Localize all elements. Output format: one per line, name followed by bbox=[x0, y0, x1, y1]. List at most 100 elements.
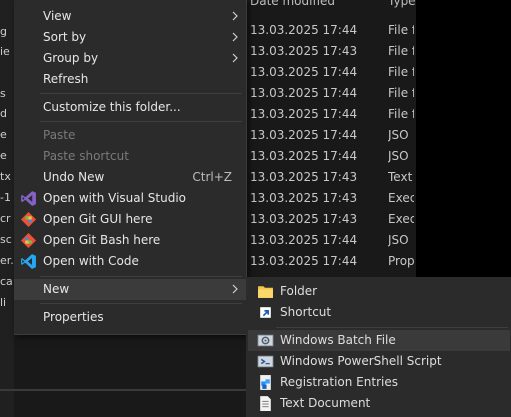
menu-item-label: Open with Code bbox=[43, 254, 139, 268]
menu-separator bbox=[276, 327, 508, 328]
folder-icon bbox=[258, 286, 273, 298]
list-item[interactable]: 13.03.2025 17:43 Exec bbox=[246, 188, 416, 209]
shortcut-arrow-icon bbox=[260, 307, 271, 318]
column-header-date-modified[interactable]: Date modified bbox=[250, 0, 335, 8]
file-name-fragment[interactable]: e bbox=[0, 149, 7, 163]
submenu-item-registration-entries[interactable]: Registration Entries bbox=[248, 372, 510, 393]
date-cell: 13.03.2025 17:44 bbox=[250, 233, 358, 247]
file-name-fragment[interactable]: tx bbox=[0, 170, 11, 184]
list-item[interactable]: 13.03.2025 17:44 JSO bbox=[246, 230, 416, 251]
file-name-fragment[interactable]: e bbox=[0, 128, 7, 142]
submenu-item-label: Text Document bbox=[280, 396, 371, 410]
type-cell: File f bbox=[388, 65, 414, 79]
powershell-script-icon bbox=[257, 355, 274, 368]
list-header: Date modified Type bbox=[246, 0, 416, 12]
date-cell: 13.03.2025 17:43 bbox=[250, 191, 358, 205]
type-cell: File f bbox=[388, 23, 414, 37]
menu-item-group-by[interactable]: Group by bbox=[14, 48, 246, 69]
menu-item-paste: Paste bbox=[14, 125, 246, 146]
file-name-fragment[interactable]: s bbox=[0, 87, 6, 101]
menu-separator bbox=[40, 276, 242, 277]
submenu-item-shortcut[interactable]: Shortcut bbox=[248, 302, 510, 323]
type-cell: File f bbox=[388, 86, 414, 100]
type-cell: Prop bbox=[388, 254, 414, 268]
file-name-fragment[interactable]: d bbox=[0, 107, 7, 121]
file-name-fragment[interactable]: er. bbox=[0, 254, 14, 268]
file-name-fragment[interactable]: ca bbox=[0, 275, 13, 289]
submenu-item-label: Registration Entries bbox=[280, 375, 398, 389]
list-item[interactable]: 13.03.2025 17:44 File f bbox=[246, 104, 416, 125]
submenu-item-text-document[interactable]: Text Document bbox=[248, 393, 510, 414]
list-item[interactable]: 13.03.2025 17:44 File f bbox=[246, 83, 416, 104]
submenu-item-folder[interactable]: Folder bbox=[248, 281, 510, 302]
list-item[interactable]: 13.03.2025 17:44 JSO bbox=[246, 125, 416, 146]
menu-item-refresh[interactable]: Refresh bbox=[14, 69, 246, 90]
chevron-right-icon bbox=[232, 11, 238, 21]
menu-item-label: Open Git GUI here bbox=[43, 212, 153, 226]
menu-item-open-git-gui[interactable]: Open Git GUI here bbox=[14, 209, 246, 230]
menu-item-customize-folder[interactable]: Customize this folder... bbox=[14, 97, 246, 118]
visual-studio-icon bbox=[21, 191, 36, 206]
file-name-fragment[interactable]: cr bbox=[0, 212, 11, 226]
file-name-fragment[interactable]: sc bbox=[0, 233, 12, 247]
menu-item-label: New bbox=[43, 282, 70, 296]
new-submenu: Folder Shortcut Windows Batch File Windo… bbox=[246, 277, 511, 417]
git-bash-icon bbox=[20, 232, 37, 249]
menu-item-label: Customize this folder... bbox=[43, 100, 181, 114]
menu-item-properties[interactable]: Properties bbox=[14, 307, 246, 328]
menu-item-undo-new[interactable]: Undo New Ctrl+Z bbox=[14, 167, 246, 188]
date-cell: 13.03.2025 17:44 bbox=[250, 128, 358, 142]
type-cell: JSO bbox=[388, 128, 409, 142]
date-cell: 13.03.2025 17:44 bbox=[250, 65, 358, 79]
date-cell: 13.03.2025 17:44 bbox=[250, 86, 358, 100]
text-document-icon bbox=[260, 396, 271, 411]
chevron-right-icon bbox=[232, 53, 238, 63]
horizontal-scrollbar[interactable] bbox=[0, 389, 246, 391]
submenu-item-label: Windows PowerShell Script bbox=[280, 354, 442, 368]
menu-item-new[interactable]: New bbox=[14, 279, 246, 300]
explorer-name-column: g ie s d e e tx -1 cr sc er. ca li bbox=[0, 0, 14, 417]
file-name-fragment[interactable]: li bbox=[0, 296, 6, 310]
menu-item-label: Paste shortcut bbox=[43, 149, 129, 163]
date-cell: 13.03.2025 17:43 bbox=[250, 44, 358, 58]
date-cell: 13.03.2025 17:44 bbox=[250, 254, 358, 268]
submenu-item-powershell-script[interactable]: Windows PowerShell Script bbox=[248, 351, 510, 372]
menu-separator bbox=[40, 303, 242, 304]
menu-item-label: Properties bbox=[43, 310, 104, 324]
blank-window-area bbox=[416, 0, 511, 277]
git-gui-icon bbox=[20, 211, 37, 228]
list-item[interactable]: 13.03.2025 17:43 Exec bbox=[246, 209, 416, 230]
chevron-right-icon bbox=[232, 32, 238, 42]
column-header-type[interactable]: Type bbox=[388, 0, 416, 8]
menu-item-open-git-bash[interactable]: Open Git Bash here bbox=[14, 230, 246, 251]
menu-item-view[interactable]: View bbox=[14, 6, 246, 27]
type-cell: File f bbox=[388, 44, 414, 58]
submenu-item-label: Shortcut bbox=[280, 305, 332, 319]
file-name-fragment[interactable]: g bbox=[0, 25, 7, 39]
type-cell: Exec bbox=[388, 191, 414, 205]
date-cell: 13.03.2025 17:44 bbox=[250, 107, 358, 121]
file-details-list: Date modified Type 13.03.2025 17:44 File … bbox=[246, 0, 416, 277]
context-menu: View Sort by Group by Refresh Customize … bbox=[14, 0, 247, 335]
list-item[interactable]: 13.03.2025 17:43 Text bbox=[246, 167, 416, 188]
vscode-icon bbox=[21, 254, 36, 269]
menu-item-label: Sort by bbox=[43, 30, 87, 44]
file-name-fragment[interactable]: -1 bbox=[0, 191, 11, 205]
list-item[interactable]: 13.03.2025 17:44 File f bbox=[246, 62, 416, 83]
submenu-item-windows-batch-file[interactable]: Windows Batch File bbox=[248, 330, 510, 351]
list-item[interactable]: 13.03.2025 17:44 Prop bbox=[246, 251, 416, 272]
list-item[interactable]: 13.03.2025 17:44 JSO bbox=[246, 146, 416, 167]
menu-item-label: Group by bbox=[43, 51, 99, 65]
date-cell: 13.03.2025 17:44 bbox=[250, 149, 358, 163]
menu-separator bbox=[40, 93, 242, 94]
menu-item-sort-by[interactable]: Sort by bbox=[14, 27, 246, 48]
menu-item-open-with-visual-studio[interactable]: Open with Visual Studio bbox=[14, 188, 246, 209]
submenu-item-label: Windows Batch File bbox=[280, 333, 396, 347]
list-item[interactable]: 13.03.2025 17:44 File f bbox=[246, 20, 416, 41]
list-item[interactable]: 13.03.2025 17:43 File f bbox=[246, 41, 416, 62]
menu-separator bbox=[40, 121, 242, 122]
batch-file-gear-icon bbox=[257, 334, 274, 347]
file-name-fragment[interactable]: ie bbox=[0, 45, 10, 59]
menu-item-open-with-code[interactable]: Open with Code bbox=[14, 251, 246, 272]
menu-item-paste-shortcut: Paste shortcut bbox=[14, 146, 246, 167]
